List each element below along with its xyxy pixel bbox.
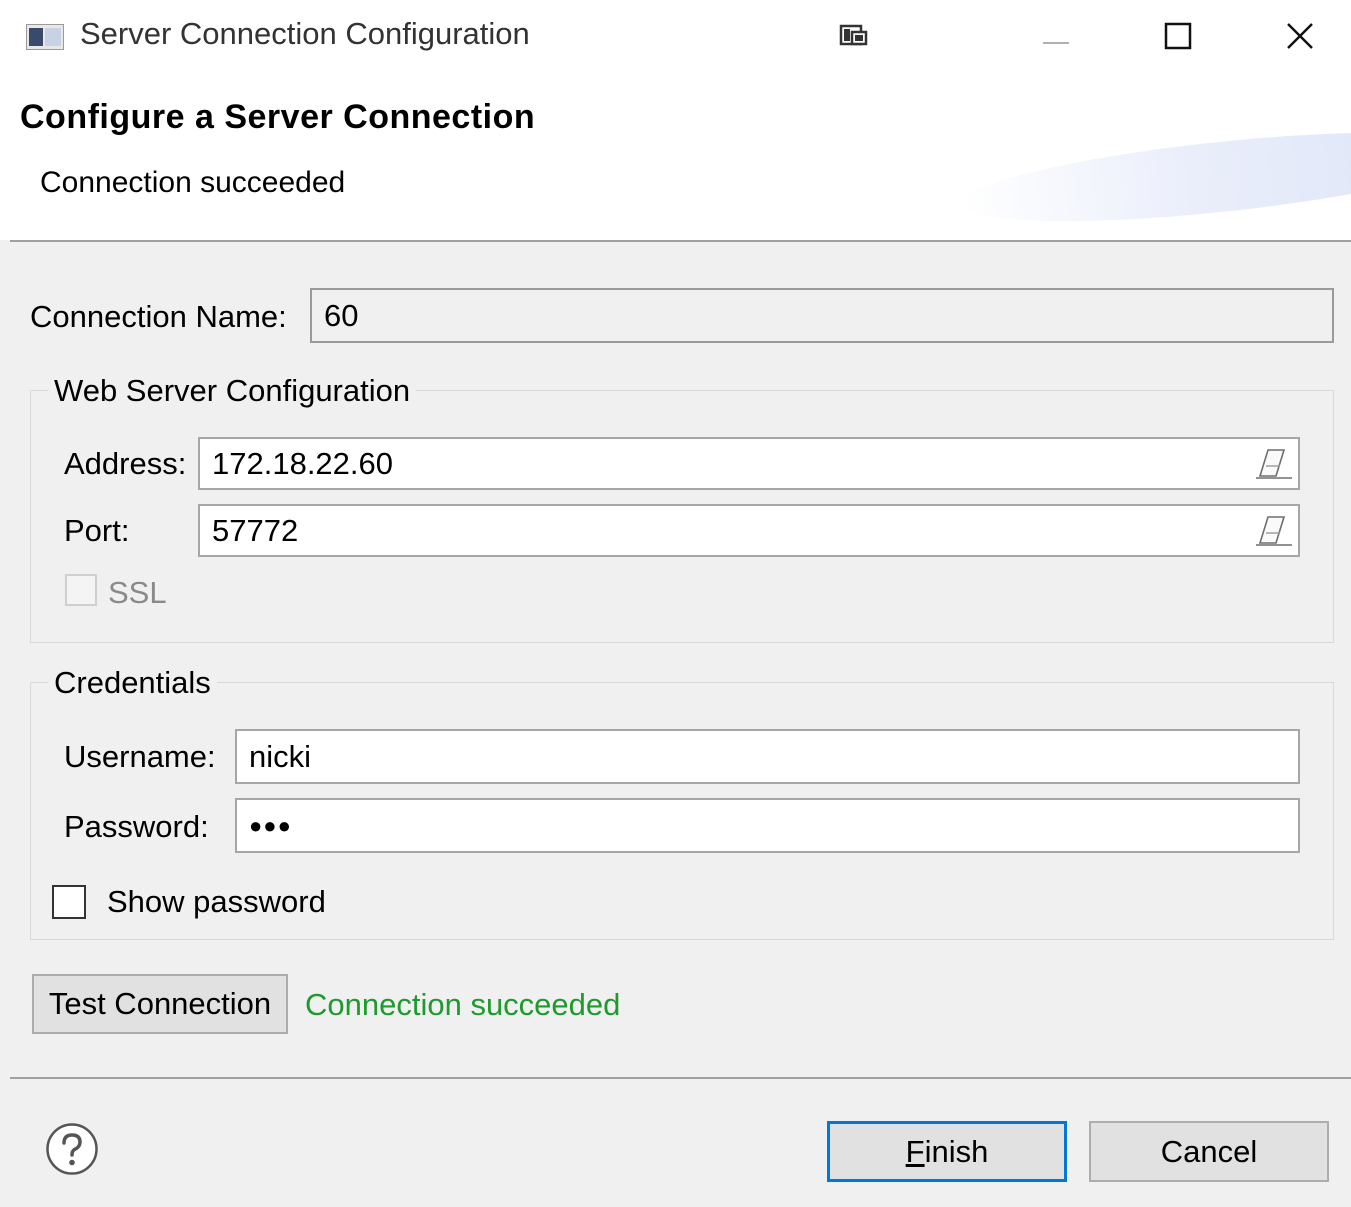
password-label: Password: [64, 809, 209, 844]
page-message: Connection succeeded [40, 166, 346, 199]
help-icon[interactable] [45, 1122, 99, 1176]
minimize-button[interactable] [1034, 14, 1078, 58]
username-label: Username: [64, 739, 216, 774]
maximize-icon [1164, 22, 1192, 50]
restore-window-icon [839, 24, 868, 46]
show-password-checkbox[interactable] [52, 885, 86, 919]
finish-button[interactable]: Finish [827, 1121, 1067, 1182]
footer-separator [10, 1077, 1351, 1079]
address-label: Address: [64, 446, 187, 481]
credentials-group-title: Credentials [48, 665, 217, 701]
close-icon [1287, 23, 1313, 49]
clear-field-icon[interactable] [1254, 444, 1294, 484]
username-field[interactable] [235, 729, 1300, 784]
app-icon [26, 24, 64, 50]
banner-separator [10, 240, 1351, 242]
ssl-label: SSL [108, 575, 167, 610]
finish-label: inish [924, 1133, 989, 1169]
port-label: Port: [64, 513, 130, 548]
minimize-icon [1043, 42, 1069, 44]
web-server-group-title: Web Server Configuration [48, 373, 417, 409]
close-button[interactable] [1278, 14, 1322, 58]
maximize-button[interactable] [1156, 14, 1200, 58]
connection-name-label: Connection Name: [30, 299, 287, 334]
test-connection-button[interactable]: Test Connection [32, 974, 288, 1034]
clear-field-icon[interactable] [1254, 511, 1294, 551]
page-title: Configure a Server Connection [20, 98, 536, 136]
port-field[interactable] [198, 504, 1300, 557]
password-field[interactable]: ●●● [235, 798, 1300, 853]
title-bar: Server Connection Configuration [0, 0, 1351, 72]
ssl-checkbox[interactable] [65, 574, 97, 606]
window-title: Server Connection Configuration [80, 16, 530, 51]
cancel-button[interactable]: Cancel [1089, 1121, 1329, 1182]
banner-graphic [957, 115, 1351, 239]
show-password-label: Show password [107, 884, 326, 919]
connection-status: Connection succeeded [305, 987, 621, 1022]
finish-mnemonic: F [905, 1133, 925, 1169]
connection-name-field[interactable] [310, 288, 1334, 343]
address-field[interactable] [198, 437, 1300, 490]
restore-window-button[interactable] [832, 14, 876, 58]
